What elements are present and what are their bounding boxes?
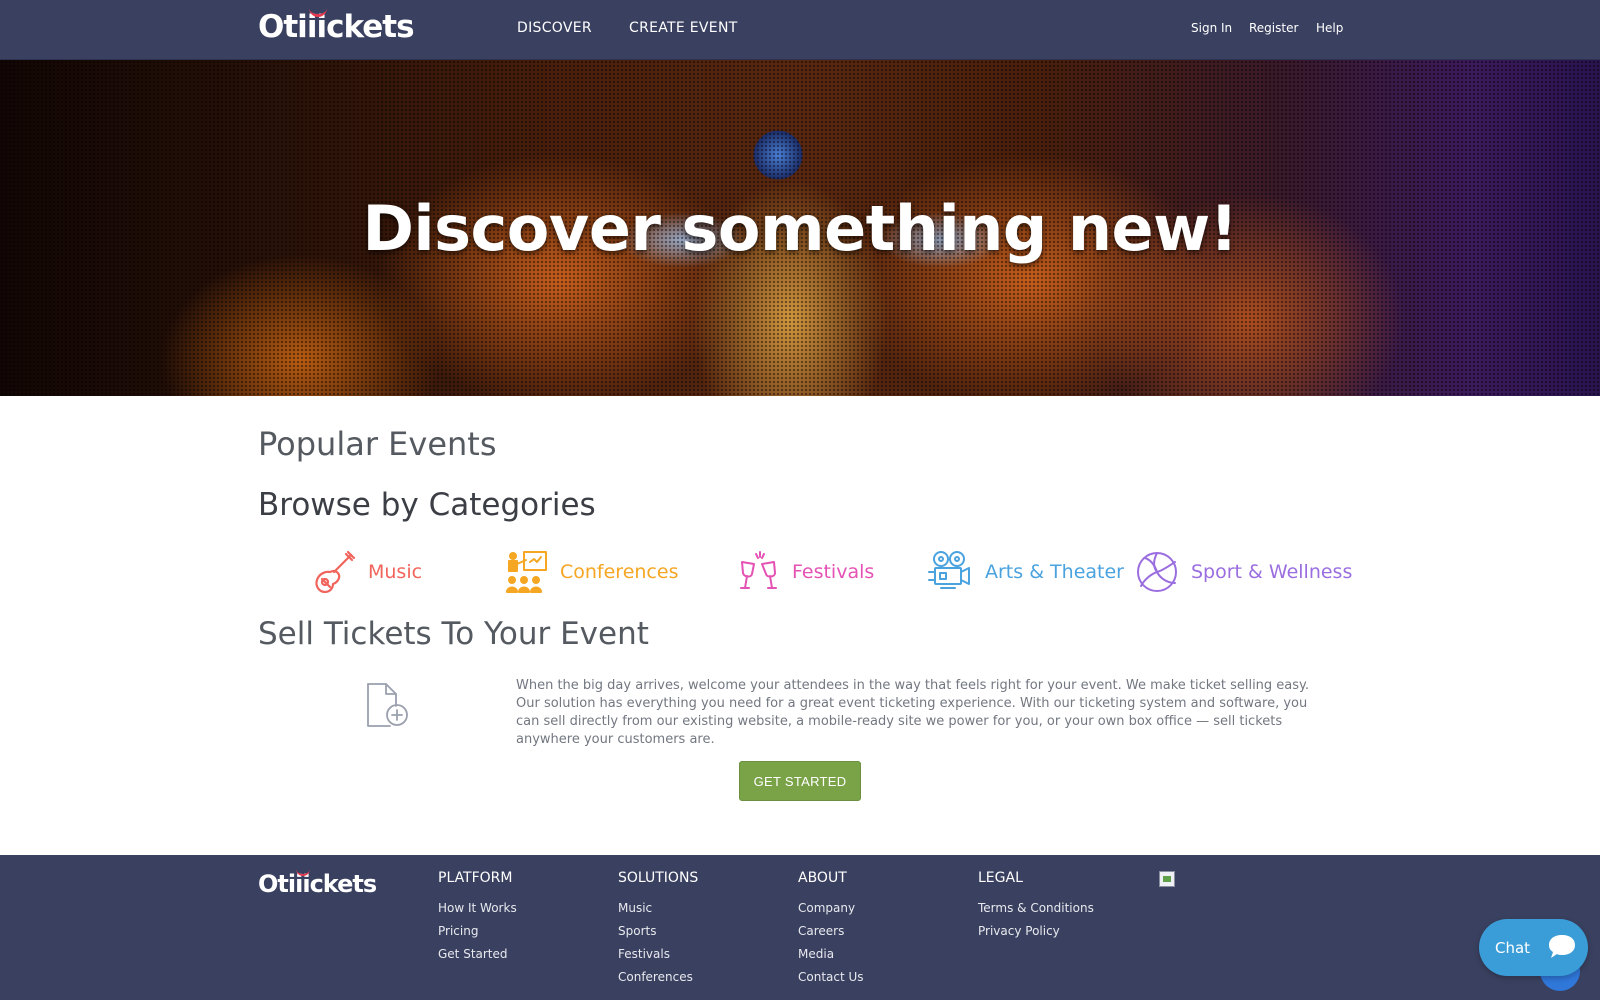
footer-link-music[interactable]: Music	[618, 901, 698, 924]
footer-link-festivals[interactable]: Festivals	[618, 947, 698, 970]
broken-image-icon	[1159, 871, 1175, 887]
footer-link-contact-us[interactable]: Contact Us	[798, 970, 864, 993]
footer-link-conferences[interactable]: Conferences	[618, 970, 698, 993]
logo-text-end: ickets	[316, 9, 414, 45]
chat-widget-button[interactable]: Chat	[1479, 919, 1588, 976]
nav-create-event[interactable]: CREATE EVENT	[629, 20, 738, 36]
volleyball-icon	[1133, 548, 1181, 596]
sell-tickets-heading: Sell Tickets To Your Event	[258, 616, 649, 652]
nav-discover[interactable]: DISCOVER	[517, 20, 592, 36]
footer-heading-legal: LEGAL	[978, 870, 1023, 886]
footer-logo-smile: i	[295, 870, 303, 898]
category-sport-wellness-label: Sport & Wellness	[1191, 561, 1353, 583]
logo-smile: i	[306, 9, 327, 45]
guitar-icon	[310, 548, 358, 596]
footer-link-careers[interactable]: Careers	[798, 924, 864, 947]
footer-link-get-started[interactable]: Get Started	[438, 947, 517, 970]
category-arts-theater[interactable]: Arts & Theater	[927, 548, 1124, 596]
otitickets-logo[interactable]: Oti i ickets	[258, 9, 415, 45]
logo-text-start: Oti	[258, 9, 308, 45]
footer-column-legal: LEGAL Terms & Conditions Privacy Policy	[978, 870, 1094, 947]
nav-help[interactable]: Help	[1316, 21, 1343, 35]
nav-sign-in[interactable]: Sign In	[1191, 21, 1232, 35]
file-add-icon	[366, 682, 410, 728]
category-sport-wellness[interactable]: Sport & Wellness	[1133, 548, 1352, 596]
chat-label: Chat	[1495, 938, 1531, 957]
category-festivals-label: Festivals	[792, 561, 875, 583]
hero-title: Discover something new!	[362, 192, 1238, 265]
hero-banner: Discover something new!	[0, 60, 1600, 396]
sell-tickets-description: When the big day arrives, welcome your a…	[516, 678, 1310, 747]
category-music-label: Music	[368, 561, 423, 583]
get-started-button[interactable]: GET STARTED	[739, 761, 861, 801]
footer-link-media[interactable]: Media	[798, 947, 864, 970]
category-conferences-label: Conferences	[560, 561, 679, 583]
footer-link-terms[interactable]: Terms & Conditions	[978, 901, 1094, 924]
nav-register[interactable]: Register	[1249, 21, 1298, 35]
toast-glasses-icon	[734, 548, 782, 596]
footer-link-pricing[interactable]: Pricing	[438, 924, 517, 947]
footer-logo-text-start: Oti	[258, 870, 296, 898]
footer-link-sports[interactable]: Sports	[618, 924, 698, 947]
category-music[interactable]: Music	[310, 548, 422, 596]
footer-logo-text-end: ickets	[302, 870, 377, 898]
footer-logo[interactable]: Otiiickets	[258, 870, 377, 898]
top-navbar: Oti i ickets DISCOVER CREATE EVENT Sign In…	[0, 0, 1600, 60]
popular-events-heading: Popular Events	[258, 425, 497, 463]
presentation-icon	[502, 548, 550, 596]
footer-heading-platform: PLATFORM	[438, 870, 513, 886]
category-festivals[interactable]: Festivals	[734, 548, 874, 596]
footer-heading-about: ABOUT	[798, 870, 847, 886]
footer-column-platform: PLATFORM How It Works Pricing Get Starte…	[438, 870, 517, 970]
category-conferences[interactable]: Conferences	[502, 548, 678, 596]
chat-bubble-icon	[1546, 931, 1578, 963]
footer-link-how-it-works[interactable]: How It Works	[438, 901, 517, 924]
film-camera-icon	[927, 548, 975, 596]
footer-column-solutions: SOLUTIONS Music Sports Festivals Confere…	[618, 870, 698, 993]
category-arts-theater-label: Arts & Theater	[985, 561, 1124, 583]
footer-column-about: ABOUT Company Careers Media Contact Us	[798, 870, 864, 993]
footer-heading-solutions: SOLUTIONS	[618, 870, 699, 886]
footer-link-company[interactable]: Company	[798, 901, 864, 924]
browse-categories-heading: Browse by Categories	[258, 487, 596, 523]
footer-link-privacy[interactable]: Privacy Policy	[978, 924, 1094, 947]
